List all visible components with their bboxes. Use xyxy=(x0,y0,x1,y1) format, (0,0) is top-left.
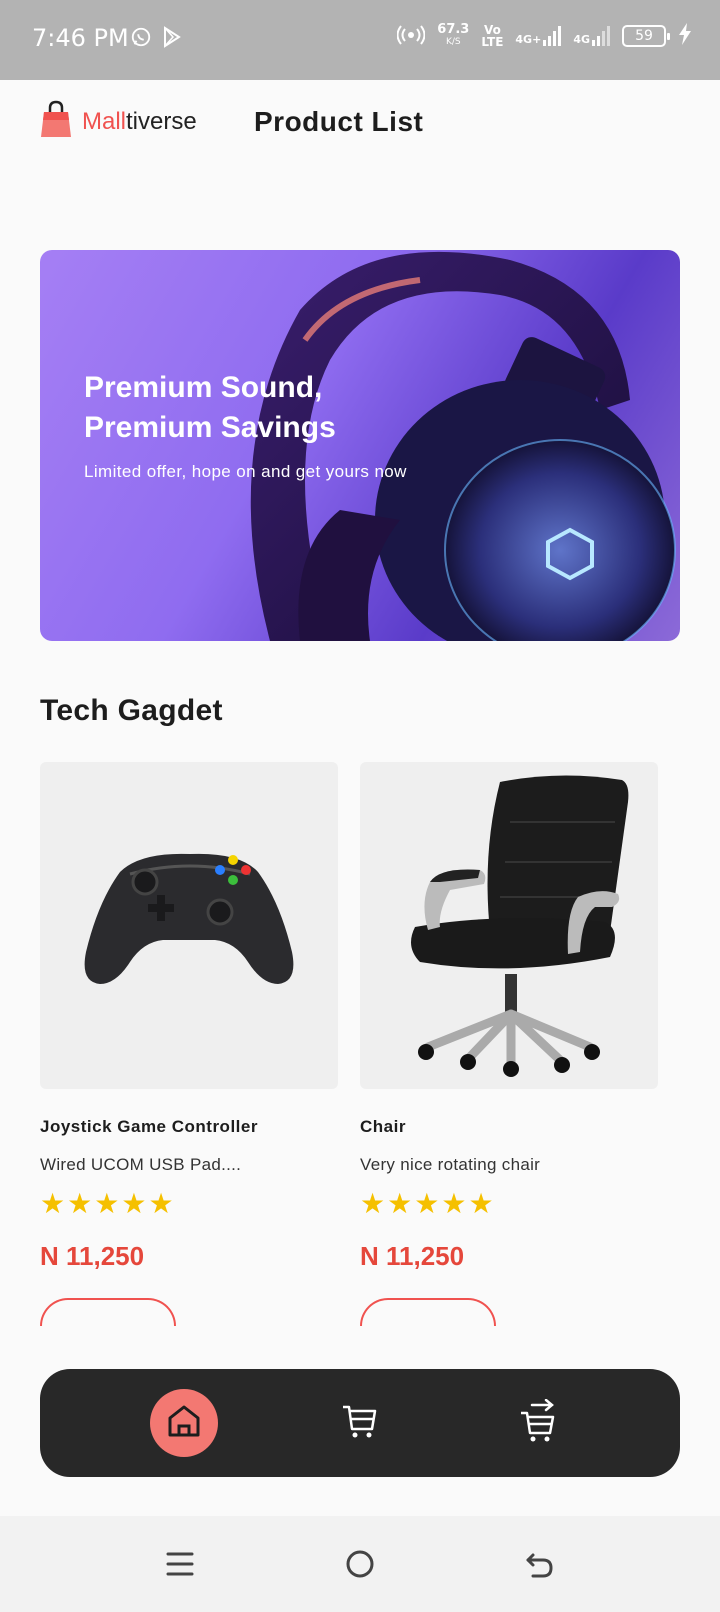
rating: ★ ★ ★ ★ ★ xyxy=(40,1189,338,1219)
product-price: N 11,250 xyxy=(40,1241,145,1271)
hotspot-icon xyxy=(396,22,426,50)
star-icon: ★ xyxy=(468,1188,494,1219)
menu-icon[interactable] xyxy=(162,1546,198,1582)
product-description: Wired UCOM USB Pad.... xyxy=(40,1155,242,1174)
home-circle-icon[interactable] xyxy=(342,1546,378,1582)
star-icon: ★ xyxy=(67,1188,93,1219)
status-time: 7:46 PM xyxy=(32,24,129,52)
home-icon xyxy=(165,1402,203,1445)
system-nav-bar xyxy=(0,1516,720,1612)
product-description: Very nice rotating chair xyxy=(360,1155,541,1174)
banner-title: Premium Sound, Premium Savings xyxy=(84,371,336,444)
charging-icon xyxy=(678,23,692,49)
nav-orders[interactable] xyxy=(504,1389,572,1457)
section-title: Tech Gagdet xyxy=(40,694,223,727)
game-controller-image xyxy=(40,762,338,1089)
page-title: Product List xyxy=(254,106,424,137)
app-header: Malltiverse Product List xyxy=(0,80,720,170)
nav-cart[interactable] xyxy=(326,1389,394,1457)
product-name: Joystick Game Controller xyxy=(40,1117,258,1136)
back-icon[interactable] xyxy=(522,1546,558,1582)
battery-icon: 59 xyxy=(622,25,670,47)
star-icon: ★ xyxy=(414,1188,440,1219)
product-price: N 11,250 xyxy=(360,1241,465,1271)
star-icon: ★ xyxy=(40,1188,66,1219)
logo: Malltiverse xyxy=(40,100,197,143)
play-store-icon xyxy=(162,26,182,53)
bottom-nav xyxy=(40,1369,680,1477)
signal-icon-2: 4G xyxy=(573,26,610,46)
star-icon: ★ xyxy=(441,1188,467,1219)
chair-image xyxy=(360,762,658,1089)
add-to-cart-button[interactable] xyxy=(40,1298,176,1326)
status-bar: 7:46 PM 67.3 K/S Vo LTE 4G+ 4G 59 xyxy=(0,0,720,80)
promo-banner[interactable]: Premium Sound, Premium Savings Limited o… xyxy=(40,250,680,641)
star-icon: ★ xyxy=(360,1188,386,1219)
cart-arrow-icon xyxy=(518,1398,558,1448)
logo-text-mall: Mall xyxy=(82,107,127,135)
star-icon: ★ xyxy=(94,1188,120,1219)
banner-subtitle: Limited offer, hope on and get yours now xyxy=(84,462,407,481)
nav-home[interactable] xyxy=(150,1389,218,1457)
net-speed: 67.3 K/S xyxy=(437,22,470,47)
add-to-cart-button[interactable] xyxy=(360,1298,496,1326)
logo-text-tiverse: tiverse xyxy=(126,107,197,135)
star-icon: ★ xyxy=(121,1188,147,1219)
whatsapp-icon xyxy=(130,26,152,53)
product-name: Chair xyxy=(360,1117,406,1136)
rating: ★ ★ ★ ★ ★ xyxy=(360,1189,658,1219)
signal-icon: 4G+ xyxy=(515,26,562,46)
cart-icon xyxy=(340,1401,380,1446)
product-card[interactable]: Chair Very nice rotating chair ★ ★ ★ ★ ★… xyxy=(360,762,658,1326)
star-icon: ★ xyxy=(387,1188,413,1219)
shopping-bag-icon xyxy=(40,100,72,143)
product-card[interactable]: Joystick Game Controller Wired UCOM USB … xyxy=(40,762,338,1326)
volte-indicator: Vo LTE xyxy=(481,23,504,49)
star-icon: ★ xyxy=(148,1188,174,1219)
